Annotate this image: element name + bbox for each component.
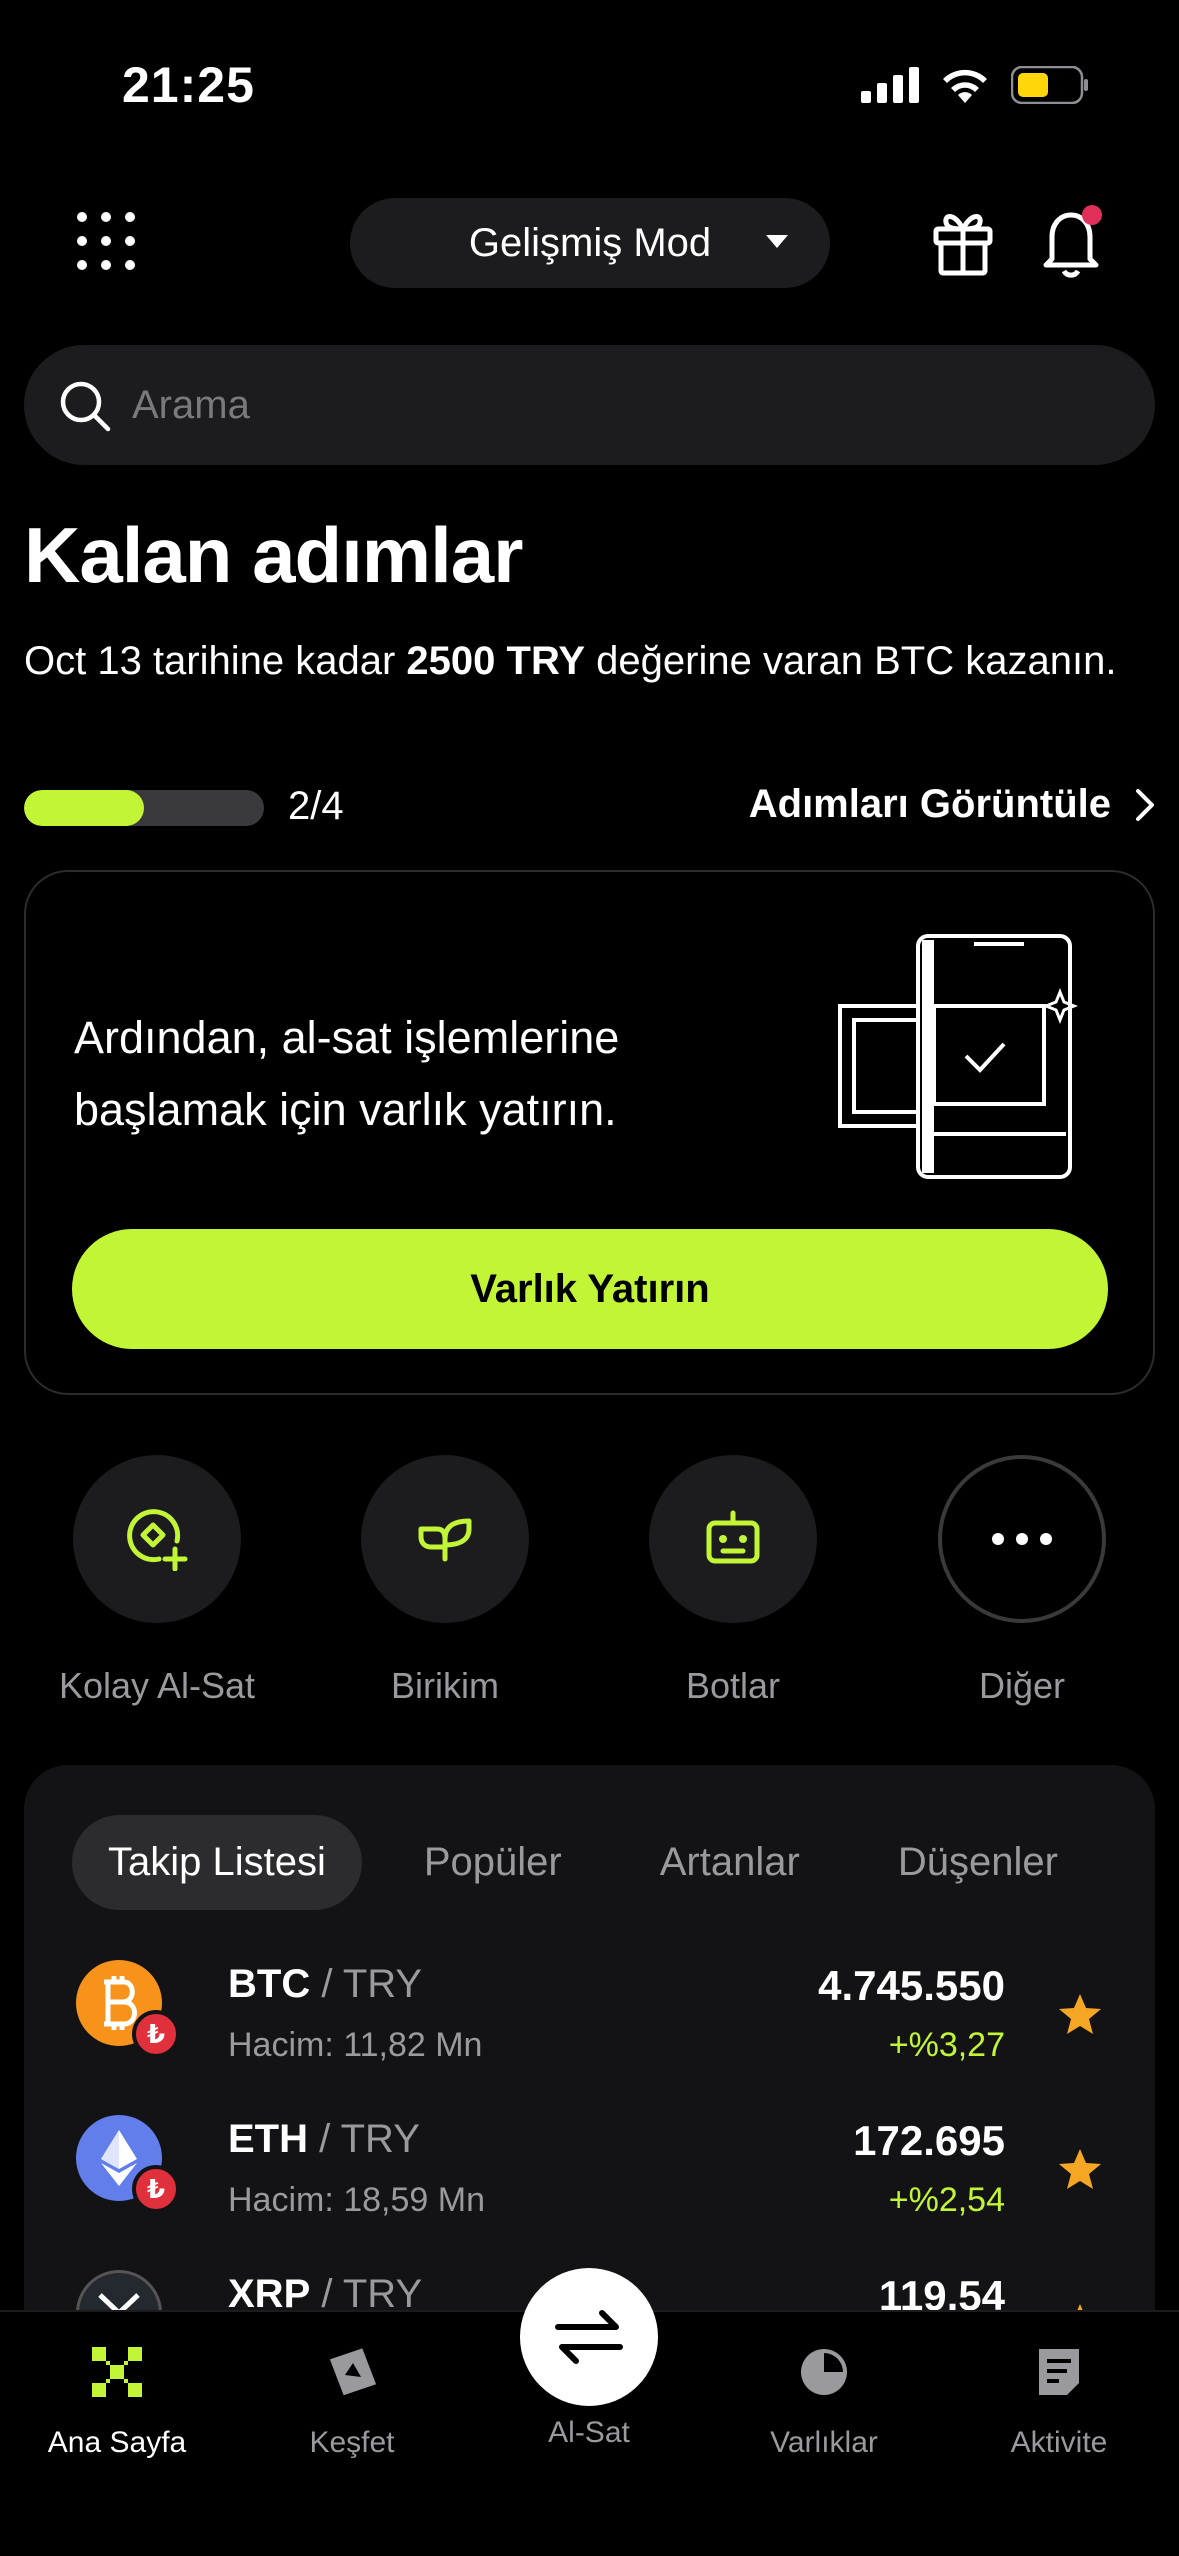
tab-gainers[interactable]: Artanlar	[624, 1815, 836, 1910]
tab-popular[interactable]: Popüler	[388, 1815, 598, 1910]
search-icon	[60, 381, 111, 432]
pair-name: BTC / TRY	[228, 1962, 423, 2006]
chevron-right-icon	[1136, 788, 1154, 821]
mode-label: Gelişmiş Mod	[468, 220, 712, 265]
notification-bell-icon[interactable]	[1040, 203, 1106, 283]
try-badge-icon: ₺	[132, 2010, 180, 2058]
deposit-card: Ardından, al-sat işlemlerine başlamak iç…	[24, 870, 1155, 1395]
wifi-icon	[943, 69, 987, 103]
status-icons	[861, 66, 1089, 104]
quick-action-label: Kolay Al-Sat	[58, 1665, 256, 1706]
pair-volume: Hacim: 11,82 Mn	[228, 2026, 483, 2064]
easy-trade-icon	[127, 1509, 188, 1571]
reward-amount: 2500 TRY	[406, 639, 586, 683]
pair-change: +%2,54	[888, 2181, 1005, 2219]
steps-description: Oct 13 tarihine kadar 2500 TRY değerine …	[24, 639, 1117, 683]
phone-deposit-illustration	[838, 934, 1079, 1179]
quick-action-label: Botlar	[685, 1665, 781, 1706]
mode-selector[interactable]: Gelişmiş Mod	[350, 198, 830, 288]
notification-dot	[1082, 205, 1102, 225]
quick-action-easy-trade[interactable]: Kolay Al-Sat	[37, 1455, 277, 1715]
signal-icon	[861, 67, 919, 103]
market-tabs: Takip Listesi Popüler Artanlar Düşenler	[72, 1815, 1120, 1910]
activity-icon	[1029, 2342, 1089, 2402]
steps-progress-text: 2/4	[288, 784, 344, 828]
pair-name: ETH / TRY	[228, 2117, 420, 2161]
favorite-star-icon[interactable]	[1057, 2147, 1103, 2193]
market-row-eth[interactable]: ₺ ETH / TRY Hacim: 18,59 Mn 172.695 +%2,…	[24, 2115, 1155, 2270]
pair-price: 172.695	[853, 2117, 1005, 2164]
quick-action-label: Birikim	[391, 1665, 499, 1706]
tab-assets[interactable]: Varlıklar	[714, 2342, 934, 2460]
market-row-btc[interactable]: ₺ BTC / TRY Hacim: 11,82 Mn 4.745.550 +%…	[24, 1960, 1155, 2115]
tab-label: Keşfet	[309, 2426, 395, 2459]
pair-volume: Hacim: 18,59 Mn	[228, 2181, 485, 2219]
tab-watchlist[interactable]: Takip Listesi	[72, 1815, 362, 1910]
status-bar: 21:25	[0, 0, 1179, 170]
more-icon	[992, 1533, 1052, 1545]
quick-action-savings[interactable]: Birikim	[325, 1455, 565, 1715]
apps-grid-icon[interactable]	[76, 211, 136, 271]
quick-action-bots[interactable]: Botlar	[613, 1455, 853, 1715]
deposit-button[interactable]: Varlık Yatırın	[72, 1229, 1108, 1349]
quick-action-more[interactable]: Diğer	[902, 1455, 1142, 1715]
sprout-icon	[418, 1518, 472, 1562]
tab-home[interactable]: Ana Sayfa	[7, 2342, 227, 2460]
favorite-star-icon[interactable]	[1057, 1992, 1103, 2038]
easy-trade-button[interactable]	[73, 1455, 241, 1623]
tab-explore[interactable]: Keşfet	[242, 2342, 462, 2460]
robot-icon	[706, 1510, 760, 1564]
deposit-text: Ardından, al-sat işlemlerine başlamak iç…	[74, 1012, 620, 1135]
explore-icon	[322, 2342, 382, 2402]
tab-label-trade: Al-Sat	[548, 2416, 630, 2449]
pair-change: +%3,27	[888, 2026, 1005, 2064]
steps-title: Kalan adımlar	[24, 511, 524, 599]
tab-label: Aktivite	[1010, 2426, 1108, 2459]
tab-label: Ana Sayfa	[47, 2426, 187, 2459]
status-time: 21:25	[122, 57, 255, 113]
search-input[interactable]	[132, 345, 1112, 465]
steps-progress-bar	[24, 790, 264, 826]
swap-icon	[555, 2310, 623, 2364]
trade-fab-button[interactable]	[520, 2268, 658, 2406]
caret-down-icon	[766, 235, 788, 248]
progress-fill	[24, 790, 144, 826]
bots-button[interactable]	[649, 1455, 817, 1623]
search-bar[interactable]	[24, 345, 1155, 465]
savings-button[interactable]	[361, 1455, 529, 1623]
more-button[interactable]	[938, 1455, 1106, 1623]
tab-losers[interactable]: Düşenler	[862, 1815, 1094, 1910]
home-icon	[87, 2342, 147, 2402]
pair-price: 4.745.550	[818, 1962, 1005, 2009]
tab-label: Varlıklar	[770, 2426, 878, 2459]
view-steps-label: Adımları Görüntüle	[748, 782, 1111, 826]
gift-icon[interactable]	[932, 207, 994, 277]
assets-pie-icon	[794, 2342, 854, 2402]
tab-activity[interactable]: Aktivite	[949, 2342, 1169, 2460]
view-steps-link[interactable]: Adımları Görüntüle	[749, 782, 1155, 827]
quick-action-label: Diğer	[978, 1665, 1066, 1706]
top-nav: Gelişmiş Mod	[0, 195, 1179, 295]
try-badge-icon: ₺	[132, 2165, 180, 2213]
battery-icon	[1011, 66, 1088, 104]
